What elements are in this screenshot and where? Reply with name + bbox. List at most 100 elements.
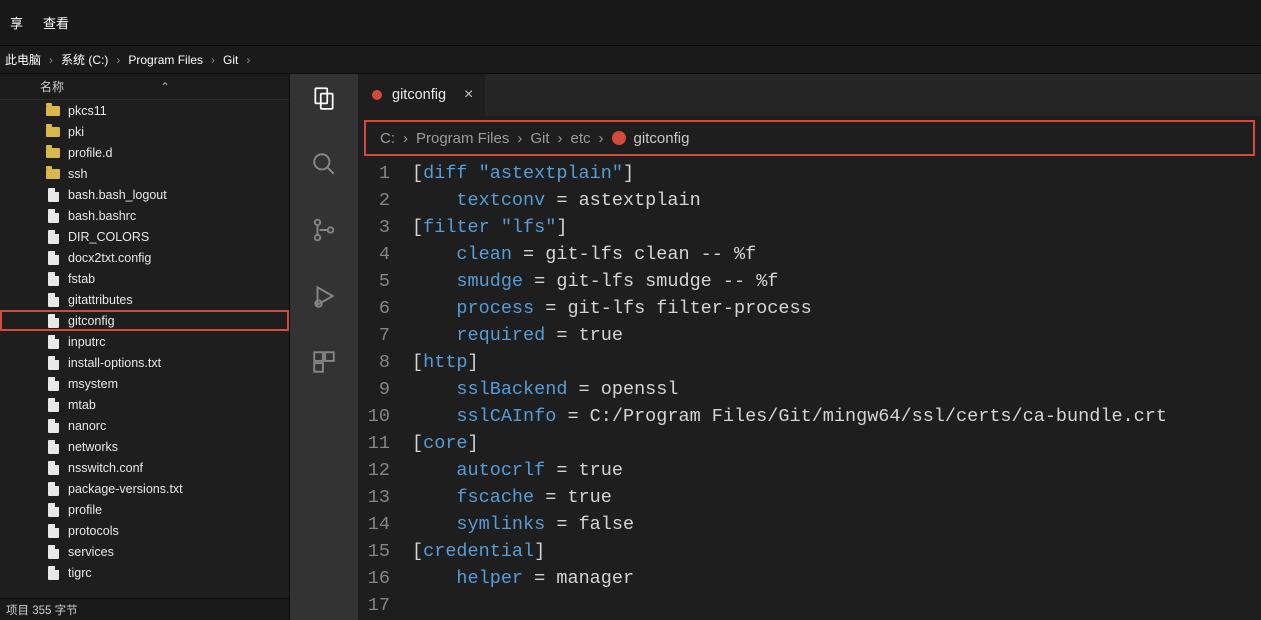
file-icon [46, 377, 60, 391]
file-item[interactable]: services [0, 541, 289, 562]
file-name-label: protocols [68, 524, 119, 538]
file-icon [46, 566, 60, 580]
folder-item[interactable]: pki [0, 121, 289, 142]
code-line[interactable]: [credential] [412, 538, 1261, 565]
menu-share[interactable]: 享 [0, 13, 33, 32]
explorer-breadcrumb-item[interactable]: 系统 (C:) [56, 51, 113, 68]
editor-breadcrumb-item[interactable]: Git [530, 130, 549, 147]
file-icon [46, 230, 60, 244]
file-item[interactable]: inputrc [0, 331, 289, 352]
file-icon [46, 419, 60, 433]
tab-label: gitconfig [392, 87, 446, 103]
line-number: 14 [358, 511, 390, 538]
code-line[interactable]: [core] [412, 430, 1261, 457]
file-item[interactable]: docx2txt.config [0, 247, 289, 268]
explorer-breadcrumb-item[interactable]: 此电脑 [0, 51, 46, 68]
activity-bar [290, 74, 358, 620]
file-item[interactable]: fstab [0, 268, 289, 289]
file-item[interactable]: DIR_COLORS [0, 226, 289, 247]
file-item[interactable]: gitconfig [0, 310, 289, 331]
explorer-breadcrumb-item[interactable]: Program Files [123, 53, 208, 67]
code-line[interactable]: helper = manager [412, 565, 1261, 592]
line-number: 5 [358, 268, 390, 295]
code-line[interactable] [412, 592, 1261, 619]
file-item[interactable]: install-options.txt [0, 352, 289, 373]
file-item[interactable]: nsswitch.conf [0, 457, 289, 478]
file-name-label: gitattributes [68, 293, 133, 307]
code-line[interactable]: textconv = astextplain [412, 187, 1261, 214]
file-name-label: nsswitch.conf [68, 461, 143, 475]
code-line[interactable]: [filter "lfs"] [412, 214, 1261, 241]
file-item[interactable]: profile [0, 499, 289, 520]
file-item[interactable]: bash.bashrc [0, 205, 289, 226]
line-number: 2 [358, 187, 390, 214]
file-item[interactable]: bash.bash_logout [0, 184, 289, 205]
editor-breadcrumb-item[interactable]: etc [571, 130, 591, 147]
code-line[interactable]: [http] [412, 349, 1261, 376]
editor-breadcrumb-item[interactable]: gitconfig [634, 130, 690, 147]
file-name-label: profile [68, 503, 102, 517]
line-number: 17 [358, 592, 390, 619]
menu-view[interactable]: 查看 [33, 13, 79, 32]
file-explorer: 名称 ⌃ pkcs11pkiprofile.dsshbash.bash_logo… [0, 74, 290, 620]
chevron-right-icon: › [208, 53, 218, 67]
explorer-icon[interactable] [310, 84, 338, 112]
extensions-icon[interactable] [310, 348, 338, 376]
file-name-label: install-options.txt [68, 356, 161, 370]
editor-breadcrumb[interactable]: C:›Program Files›Git›etc›gitconfig [364, 120, 1255, 156]
tab-gitconfig[interactable]: gitconfig × [358, 74, 486, 116]
file-name-label: DIR_COLORS [68, 230, 149, 244]
code-text[interactable]: [diff "astextplain"] textconv = astextpl… [412, 158, 1261, 620]
file-name-label: inputrc [68, 335, 106, 349]
search-icon[interactable] [310, 150, 338, 178]
code-line[interactable]: required = true [412, 322, 1261, 349]
folder-icon [46, 146, 60, 160]
folder-icon [46, 125, 60, 139]
file-item[interactable]: networks [0, 436, 289, 457]
file-icon [46, 335, 60, 349]
code-area[interactable]: 1234567891011121314151617 [diff "astextp… [358, 158, 1261, 620]
source-control-icon[interactable] [310, 216, 338, 244]
editor-breadcrumb-item[interactable]: C: [380, 130, 395, 147]
close-icon[interactable]: × [464, 86, 473, 104]
code-line[interactable]: process = git-lfs filter-process [412, 295, 1261, 322]
folder-item[interactable]: profile.d [0, 142, 289, 163]
run-debug-icon[interactable] [310, 282, 338, 310]
file-name-label: msystem [68, 377, 118, 391]
line-number: 12 [358, 457, 390, 484]
modified-dot-icon [372, 90, 382, 100]
file-item[interactable]: gitattributes [0, 289, 289, 310]
file-name-label: services [68, 545, 114, 559]
column-name-header: 名称 [40, 78, 64, 95]
file-name-label: docx2txt.config [68, 251, 151, 265]
folder-item[interactable]: ssh [0, 163, 289, 184]
editor-breadcrumb-item[interactable]: Program Files [416, 130, 509, 147]
tab-bar: gitconfig × [358, 74, 1261, 116]
line-number: 10 [358, 403, 390, 430]
explorer-breadcrumb-item[interactable]: Git [218, 53, 243, 67]
code-line[interactable]: [diff "astextplain"] [412, 160, 1261, 187]
code-line[interactable]: smudge = git-lfs smudge -- %f [412, 268, 1261, 295]
code-line[interactable]: sslCAInfo = C:/Program Files/Git/mingw64… [412, 403, 1261, 430]
folder-icon [46, 104, 60, 118]
file-explorer-header[interactable]: 名称 ⌃ [0, 74, 289, 100]
line-number: 1 [358, 160, 390, 187]
code-line[interactable]: sslBackend = openssl [412, 376, 1261, 403]
file-item[interactable]: package-versions.txt [0, 478, 289, 499]
file-item[interactable]: msystem [0, 373, 289, 394]
file-item[interactable]: tigrc [0, 562, 289, 583]
file-item[interactable]: nanorc [0, 415, 289, 436]
code-line[interactable]: symlinks = false [412, 511, 1261, 538]
file-item[interactable]: protocols [0, 520, 289, 541]
file-icon [46, 545, 60, 559]
folder-item[interactable]: pkcs11 [0, 100, 289, 121]
file-list: pkcs11pkiprofile.dsshbash.bash_logoutbas… [0, 100, 289, 598]
file-icon [46, 356, 60, 370]
folder-icon [46, 167, 60, 181]
file-item[interactable]: mtab [0, 394, 289, 415]
line-number: 11 [358, 430, 390, 457]
code-line[interactable]: autocrlf = true [412, 457, 1261, 484]
code-line[interactable]: clean = git-lfs clean -- %f [412, 241, 1261, 268]
file-icon [46, 440, 60, 454]
code-line[interactable]: fscache = true [412, 484, 1261, 511]
